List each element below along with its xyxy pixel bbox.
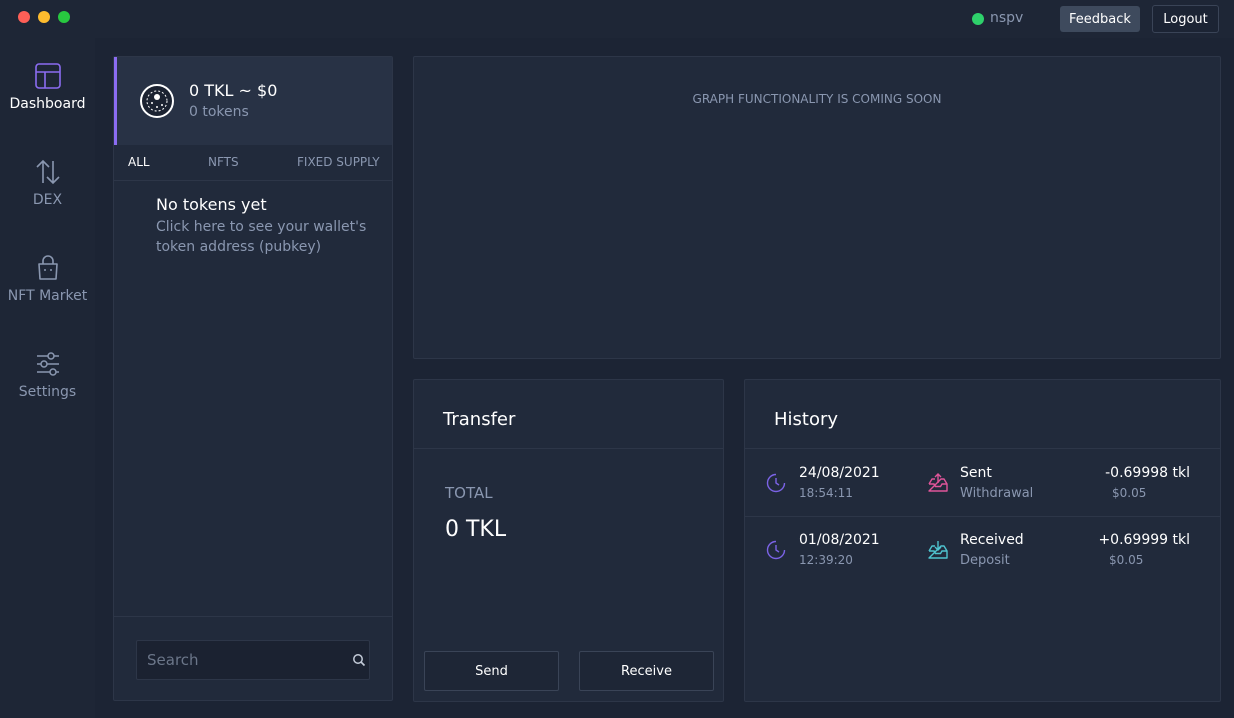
outbox-icon — [928, 473, 948, 492]
history-type: Received — [960, 532, 1024, 548]
send-button[interactable]: Send — [424, 651, 559, 691]
show-pubkey-link[interactable]: Click here to see your wallet's token ad… — [156, 217, 376, 257]
clock-icon — [766, 473, 786, 493]
sidebar-item-settings[interactable]: Settings — [0, 350, 95, 400]
history-time: 18:54:11 — [799, 486, 853, 500]
sidebar-item-dashboard[interactable]: Dashboard — [0, 62, 95, 112]
tab-fixed-supply[interactable]: FIXED SUPPLY — [297, 155, 380, 169]
sidebar-item-nft-market[interactable]: NFT Market — [0, 254, 95, 304]
search-icon[interactable] — [352, 653, 366, 667]
feedback-button[interactable]: Feedback — [1060, 6, 1140, 32]
sidebar-item-label: NFT Market — [7, 288, 88, 304]
history-row[interactable]: 01/08/2021 12:39:20 Received Deposit +0.… — [745, 517, 1220, 584]
connection-status-label: nspv — [990, 10, 1024, 26]
history-subtype: Withdrawal — [960, 486, 1034, 501]
history-amount: +0.69999 tkl — [1098, 532, 1190, 548]
history-type: Sent — [960, 465, 992, 481]
history-time: 12:39:20 — [799, 553, 853, 567]
sidebar-item-dex[interactable]: DEX — [0, 158, 95, 208]
sidebar-item-label: DEX — [32, 192, 63, 208]
sliders-icon — [36, 352, 59, 376]
inbox-icon — [928, 541, 948, 559]
empty-state-title: No tokens yet — [156, 195, 267, 214]
receive-button[interactable]: Receive — [579, 651, 714, 691]
graph-placeholder-message: GRAPH FUNCTIONALITY IS COMING SOON — [692, 92, 942, 106]
swap-arrows-icon — [35, 159, 60, 185]
transfer-header: Transfer — [414, 380, 723, 449]
history-title: History — [774, 409, 839, 430]
tab-nfts[interactable]: NFTS — [208, 155, 239, 169]
token-count: 0 tokens — [189, 104, 249, 120]
tab-all[interactable]: ALL — [128, 155, 150, 169]
history-date: 24/08/2021 — [799, 465, 880, 481]
history-subtype: Deposit — [960, 553, 1010, 568]
token-filter-tabs: ALL NFTS FIXED SUPPLY — [114, 145, 392, 181]
history-usd-value: $0.05 — [1109, 553, 1144, 567]
search-box — [136, 640, 370, 680]
transfer-title: Transfer — [443, 409, 516, 430]
sidebar-nav: Dashboard DEX NFT Market Settings — [0, 38, 95, 718]
history-usd-value: $0.05 — [1112, 486, 1147, 500]
title-bar: nspv Feedback Logout — [0, 0, 1234, 38]
logout-button[interactable]: Logout — [1152, 5, 1219, 33]
search-input[interactable] — [137, 641, 347, 679]
total-value: 0 TKL — [445, 517, 507, 542]
minimize-window-button[interactable] — [38, 11, 50, 23]
close-window-button[interactable] — [18, 11, 30, 23]
divider — [114, 616, 392, 617]
graph-panel: GRAPH FUNCTIONALITY IS COMING SOON — [413, 56, 1221, 359]
sidebar-item-label: Dashboard — [9, 96, 86, 112]
token-summary-card[interactable]: 0 TKL ~ $0 0 tokens — [114, 57, 392, 145]
tokens-panel: 0 TKL ~ $0 0 tokens ALL NFTS FIXED SUPPL… — [113, 56, 393, 701]
history-amount: -0.69998 tkl — [1105, 465, 1190, 481]
token-logo-icon — [140, 84, 174, 118]
maximize-window-button[interactable] — [58, 11, 70, 23]
history-header: History — [745, 380, 1220, 449]
total-label: TOTAL — [445, 484, 493, 502]
shopping-bag-icon — [37, 255, 58, 280]
clock-icon — [766, 540, 786, 560]
history-panel: History 24/08/2021 18:54:11 Sent Withdra… — [744, 379, 1221, 702]
connection-status-dot — [972, 13, 984, 25]
history-row[interactable]: 24/08/2021 18:54:11 Sent Withdrawal -0.6… — [745, 450, 1220, 517]
transfer-panel: Transfer TOTAL 0 TKL Send Receive — [413, 379, 724, 702]
token-balance-value: 0 TKL ~ $0 — [189, 81, 278, 100]
history-date: 01/08/2021 — [799, 532, 880, 548]
sidebar-item-label: Settings — [18, 384, 77, 400]
dashboard-icon — [34, 63, 61, 89]
